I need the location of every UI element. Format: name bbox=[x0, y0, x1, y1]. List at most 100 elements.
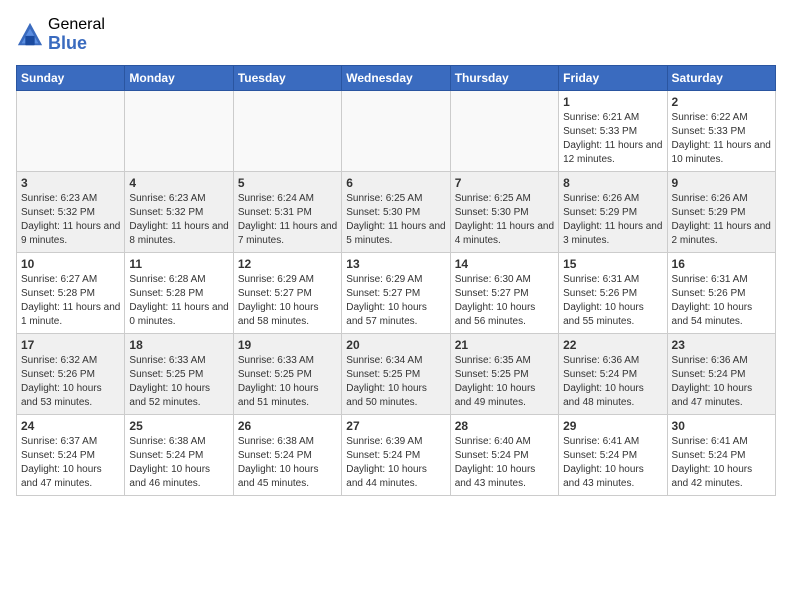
day-number: 13 bbox=[346, 257, 445, 271]
day-number: 3 bbox=[21, 176, 120, 190]
day-info: Sunrise: 6:41 AM Sunset: 5:24 PM Dayligh… bbox=[563, 435, 662, 491]
day-info: Sunrise: 6:32 AM Sunset: 5:26 PM Dayligh… bbox=[21, 354, 120, 410]
calendar-day-cell: 29 Sunrise: 6:41 AM Sunset: 5:24 PM Dayli… bbox=[559, 415, 667, 496]
day-number: 29 bbox=[563, 419, 662, 433]
day-info: Sunrise: 6:29 AM Sunset: 5:27 PM Dayligh… bbox=[238, 273, 337, 329]
day-number: 14 bbox=[455, 257, 554, 271]
day-number: 23 bbox=[672, 338, 771, 352]
day-info: Sunrise: 6:25 AM Sunset: 5:30 PM Dayligh… bbox=[455, 192, 554, 248]
day-info: Sunrise: 6:24 AM Sunset: 5:31 PM Dayligh… bbox=[238, 192, 337, 248]
calendar-day-cell: 12 Sunrise: 6:29 AM Sunset: 5:27 PM Dayli… bbox=[233, 253, 341, 334]
day-info: Sunrise: 6:34 AM Sunset: 5:25 PM Dayligh… bbox=[346, 354, 445, 410]
calendar-day-cell bbox=[233, 91, 341, 172]
day-info: Sunrise: 6:22 AM Sunset: 5:33 PM Dayligh… bbox=[672, 111, 771, 167]
calendar-day-cell: 1 Sunrise: 6:21 AM Sunset: 5:33 PM Daylig… bbox=[559, 91, 667, 172]
calendar-week-row: 10 Sunrise: 6:27 AM Sunset: 5:28 PM Dayli… bbox=[17, 253, 776, 334]
day-number: 17 bbox=[21, 338, 120, 352]
day-number: 27 bbox=[346, 419, 445, 433]
day-number: 12 bbox=[238, 257, 337, 271]
calendar-day-cell: 20 Sunrise: 6:34 AM Sunset: 5:25 PM Dayli… bbox=[342, 334, 450, 415]
calendar-day-cell: 24Sunrise: 6:37 AM Sunset: 5:24 PM Dayli… bbox=[17, 415, 125, 496]
day-number: 19 bbox=[238, 338, 337, 352]
calendar-day-cell: 6 Sunrise: 6:25 AM Sunset: 5:30 PM Daylig… bbox=[342, 172, 450, 253]
calendar-day-cell bbox=[17, 91, 125, 172]
day-number: 7 bbox=[455, 176, 554, 190]
logo-blue: Blue bbox=[48, 34, 105, 54]
calendar-day-cell: 7 Sunrise: 6:25 AM Sunset: 5:30 PM Daylig… bbox=[450, 172, 558, 253]
calendar-day-cell: 22Sunrise: 6:36 AM Sunset: 5:24 PM Dayli… bbox=[559, 334, 667, 415]
calendar-day-cell: 10 Sunrise: 6:27 AM Sunset: 5:28 PM Dayli… bbox=[17, 253, 125, 334]
day-number: 24 bbox=[21, 419, 120, 433]
calendar-day-cell: 28 Sunrise: 6:40 AM Sunset: 5:24 PM Dayli… bbox=[450, 415, 558, 496]
calendar-day-cell: 8 Sunrise: 6:26 AM Sunset: 5:29 PM Daylig… bbox=[559, 172, 667, 253]
calendar-day-cell: 5Sunrise: 6:24 AM Sunset: 5:31 PM Daylig… bbox=[233, 172, 341, 253]
day-info: Sunrise: 6:23 AM Sunset: 5:32 PM Dayligh… bbox=[21, 192, 120, 248]
weekday-header: Wednesday bbox=[342, 66, 450, 91]
day-info: Sunrise: 6:41 AM Sunset: 5:24 PM Dayligh… bbox=[672, 435, 771, 491]
calendar-day-cell: 21 Sunrise: 6:35 AM Sunset: 5:25 PM Dayli… bbox=[450, 334, 558, 415]
day-info: Sunrise: 6:38 AM Sunset: 5:24 PM Dayligh… bbox=[129, 435, 228, 491]
calendar-week-row: 1 Sunrise: 6:21 AM Sunset: 5:33 PM Daylig… bbox=[17, 91, 776, 172]
day-info: Sunrise: 6:25 AM Sunset: 5:30 PM Dayligh… bbox=[346, 192, 445, 248]
day-number: 21 bbox=[455, 338, 554, 352]
day-info: Sunrise: 6:29 AM Sunset: 5:27 PM Dayligh… bbox=[346, 273, 445, 329]
weekday-header: Saturday bbox=[667, 66, 775, 91]
calendar-week-row: 3 Sunrise: 6:23 AM Sunset: 5:32 PM Daylig… bbox=[17, 172, 776, 253]
calendar-day-cell: 26Sunrise: 6:38 AM Sunset: 5:24 PM Dayli… bbox=[233, 415, 341, 496]
logo-icon bbox=[16, 21, 44, 49]
calendar-header-row: SundayMondayTuesdayWednesdayThursdayFrid… bbox=[17, 66, 776, 91]
day-info: Sunrise: 6:33 AM Sunset: 5:25 PM Dayligh… bbox=[129, 354, 228, 410]
calendar-day-cell: 25 Sunrise: 6:38 AM Sunset: 5:24 PM Dayli… bbox=[125, 415, 233, 496]
day-info: Sunrise: 6:39 AM Sunset: 5:24 PM Dayligh… bbox=[346, 435, 445, 491]
day-info: Sunrise: 6:40 AM Sunset: 5:24 PM Dayligh… bbox=[455, 435, 554, 491]
day-number: 28 bbox=[455, 419, 554, 433]
day-info: Sunrise: 6:26 AM Sunset: 5:29 PM Dayligh… bbox=[672, 192, 771, 248]
weekday-header: Friday bbox=[559, 66, 667, 91]
calendar-day-cell: 16 Sunrise: 6:31 AM Sunset: 5:26 PM Dayli… bbox=[667, 253, 775, 334]
calendar-day-cell: 2 Sunrise: 6:22 AM Sunset: 5:33 PM Daylig… bbox=[667, 91, 775, 172]
day-number: 18 bbox=[129, 338, 228, 352]
day-number: 11 bbox=[129, 257, 228, 271]
calendar-day-cell: 15Sunrise: 6:31 AM Sunset: 5:26 PM Dayli… bbox=[559, 253, 667, 334]
day-info: Sunrise: 6:26 AM Sunset: 5:29 PM Dayligh… bbox=[563, 192, 662, 248]
day-number: 16 bbox=[672, 257, 771, 271]
calendar-day-cell: 11 Sunrise: 6:28 AM Sunset: 5:28 PM Dayli… bbox=[125, 253, 233, 334]
weekday-header: Tuesday bbox=[233, 66, 341, 91]
day-info: Sunrise: 6:28 AM Sunset: 5:28 PM Dayligh… bbox=[129, 273, 228, 329]
page-header: GeneralBlue bbox=[16, 16, 776, 53]
calendar-day-cell: 9Sunrise: 6:26 AM Sunset: 5:29 PM Daylig… bbox=[667, 172, 775, 253]
calendar-day-cell: 23 Sunrise: 6:36 AM Sunset: 5:24 PM Dayli… bbox=[667, 334, 775, 415]
day-number: 8 bbox=[563, 176, 662, 190]
day-info: Sunrise: 6:38 AM Sunset: 5:24 PM Dayligh… bbox=[238, 435, 337, 491]
day-number: 6 bbox=[346, 176, 445, 190]
day-info: Sunrise: 6:21 AM Sunset: 5:33 PM Dayligh… bbox=[563, 111, 662, 167]
day-info: Sunrise: 6:27 AM Sunset: 5:28 PM Dayligh… bbox=[21, 273, 120, 329]
calendar-day-cell bbox=[125, 91, 233, 172]
day-number: 20 bbox=[346, 338, 445, 352]
logo-text: GeneralBlue bbox=[48, 16, 105, 53]
day-number: 2 bbox=[672, 95, 771, 109]
calendar-day-cell: 17 Sunrise: 6:32 AM Sunset: 5:26 PM Dayli… bbox=[17, 334, 125, 415]
logo-general: General bbox=[48, 16, 105, 34]
day-number: 25 bbox=[129, 419, 228, 433]
calendar-week-row: 17 Sunrise: 6:32 AM Sunset: 5:26 PM Dayli… bbox=[17, 334, 776, 415]
day-number: 22 bbox=[563, 338, 662, 352]
day-info: Sunrise: 6:23 AM Sunset: 5:32 PM Dayligh… bbox=[129, 192, 228, 248]
day-info: Sunrise: 6:30 AM Sunset: 5:27 PM Dayligh… bbox=[455, 273, 554, 329]
day-number: 4 bbox=[129, 176, 228, 190]
day-number: 15 bbox=[563, 257, 662, 271]
calendar-day-cell: 4 Sunrise: 6:23 AM Sunset: 5:32 PM Daylig… bbox=[125, 172, 233, 253]
calendar-table: SundayMondayTuesdayWednesdayThursdayFrid… bbox=[16, 65, 776, 496]
calendar-day-cell: 14 Sunrise: 6:30 AM Sunset: 5:27 PM Dayli… bbox=[450, 253, 558, 334]
calendar-day-cell: 3 Sunrise: 6:23 AM Sunset: 5:32 PM Daylig… bbox=[17, 172, 125, 253]
day-info: Sunrise: 6:35 AM Sunset: 5:25 PM Dayligh… bbox=[455, 354, 554, 410]
calendar-day-cell bbox=[450, 91, 558, 172]
day-number: 1 bbox=[563, 95, 662, 109]
day-info: Sunrise: 6:31 AM Sunset: 5:26 PM Dayligh… bbox=[672, 273, 771, 329]
weekday-header: Thursday bbox=[450, 66, 558, 91]
day-info: Sunrise: 6:36 AM Sunset: 5:24 PM Dayligh… bbox=[672, 354, 771, 410]
day-number: 10 bbox=[21, 257, 120, 271]
day-info: Sunrise: 6:33 AM Sunset: 5:25 PM Dayligh… bbox=[238, 354, 337, 410]
weekday-header: Sunday bbox=[17, 66, 125, 91]
weekday-header: Monday bbox=[125, 66, 233, 91]
